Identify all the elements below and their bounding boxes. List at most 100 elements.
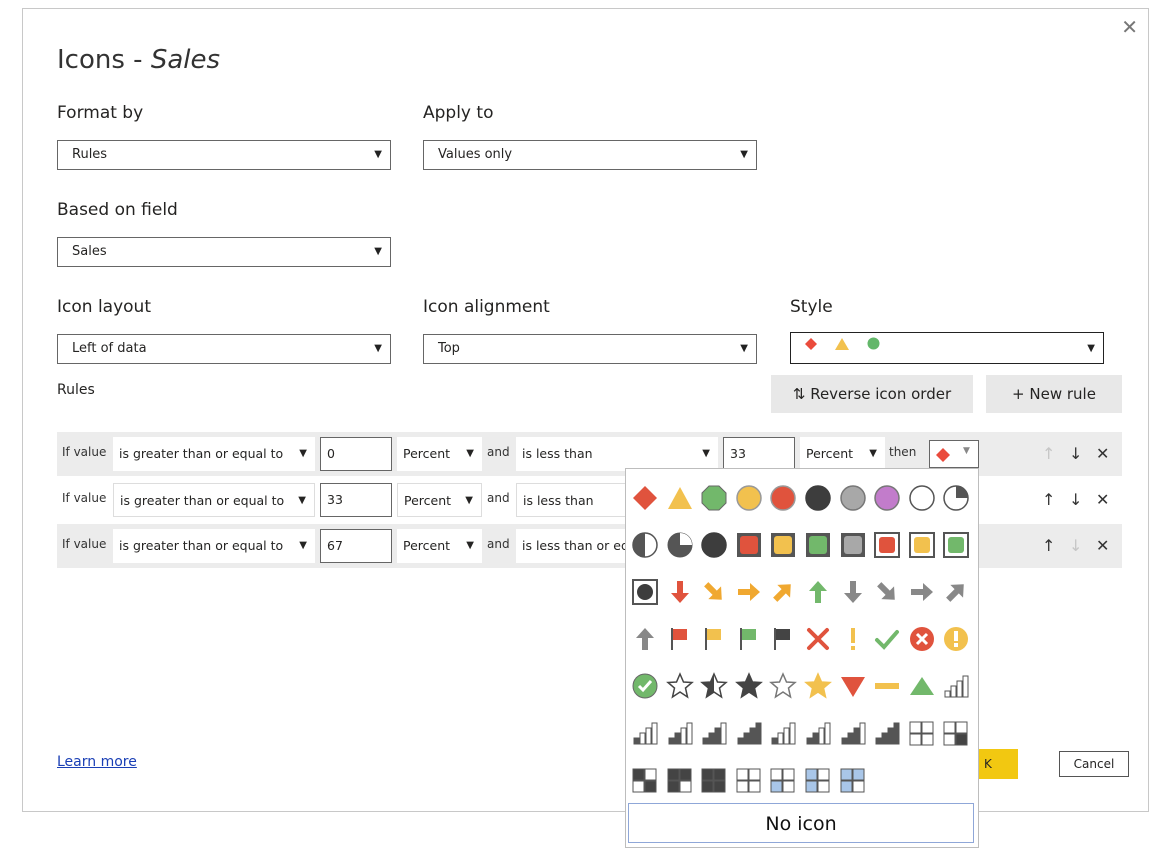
rule-operator-select[interactable]: is less than: [516, 483, 626, 517]
icon-alignment-select[interactable]: Top ▼: [423, 334, 757, 364]
red-down-triangle-icon[interactable]: [836, 661, 870, 711]
half-circle-icon[interactable]: [628, 520, 662, 570]
delete-rule-icon[interactable]: ✕: [1096, 490, 1109, 509]
signal-3b-icon[interactable]: [836, 708, 870, 758]
rule-type-select[interactable]: Percent ▼: [397, 437, 482, 471]
red-square-light-icon[interactable]: [870, 520, 904, 570]
green-square-icon[interactable]: [801, 520, 835, 570]
signal-2b-icon[interactable]: [801, 708, 835, 758]
new-rule-button[interactable]: + New rule: [986, 375, 1122, 413]
quad-blue-3-icon[interactable]: [836, 755, 870, 805]
signal-3-icon[interactable]: [697, 708, 731, 758]
green-up-triangle-icon[interactable]: [905, 661, 939, 711]
delete-rule-icon[interactable]: ✕: [1096, 536, 1109, 555]
yellow-dash-icon[interactable]: [870, 661, 904, 711]
red-flag-icon[interactable]: [663, 614, 697, 664]
green-square-light-icon[interactable]: [939, 520, 973, 570]
green-check-icon[interactable]: [870, 614, 904, 664]
no-icon-option[interactable]: No icon: [628, 803, 974, 843]
half-star-icon[interactable]: [697, 661, 731, 711]
grey-up-arrow-icon[interactable]: [628, 614, 662, 664]
rule-value-input[interactable]: 33: [320, 483, 392, 517]
full-star-icon[interactable]: [732, 661, 766, 711]
rule-value-input[interactable]: 67: [320, 529, 392, 563]
grey-up-right-arrow-icon[interactable]: [939, 567, 973, 617]
dark-square-light-icon[interactable]: [628, 567, 662, 617]
quad-4-icon[interactable]: [697, 755, 731, 805]
green-circle-check-icon[interactable]: [628, 661, 662, 711]
empty-star-icon[interactable]: [663, 661, 697, 711]
cancel-button[interactable]: Cancel: [1059, 751, 1129, 777]
rule-type-select[interactable]: Percent ▼: [800, 437, 885, 471]
rule-operator-select[interactable]: is greater than or equal to ▼: [113, 437, 315, 471]
signal-1b-icon[interactable]: [766, 708, 800, 758]
red-diamond-icon[interactable]: [628, 473, 662, 523]
close-icon[interactable]: ✕: [1121, 15, 1138, 39]
grey-down-arrow-icon[interactable]: [836, 567, 870, 617]
grey-square-icon[interactable]: [836, 520, 870, 570]
move-down-icon[interactable]: ↓: [1069, 536, 1082, 555]
rule-type-select[interactable]: Percent ▼: [397, 529, 482, 563]
grey-right-arrow-icon[interactable]: [905, 567, 939, 617]
three-quarter-circle-icon[interactable]: [663, 520, 697, 570]
rule-operator-select[interactable]: is greater than or equal to ▼: [113, 529, 315, 563]
black-circle-icon[interactable]: [801, 473, 835, 523]
red-circle-icon[interactable]: [766, 473, 800, 523]
purple-circle-icon[interactable]: [870, 473, 904, 523]
grey-circle-icon[interactable]: [836, 473, 870, 523]
rule-type-select[interactable]: Percent ▼: [397, 483, 482, 517]
yellow-square-icon[interactable]: [766, 520, 800, 570]
yellow-empty-star-icon[interactable]: [766, 661, 800, 711]
move-down-icon[interactable]: ↓: [1069, 444, 1082, 463]
move-down-icon[interactable]: ↓: [1069, 490, 1082, 509]
apply-to-select[interactable]: Values only ▼: [423, 140, 757, 170]
red-circle-x-icon[interactable]: [905, 614, 939, 664]
grey-down-right-arrow-icon[interactable]: [870, 567, 904, 617]
rule-icon-select[interactable]: ▼: [929, 440, 979, 468]
yellow-right-arrow-icon[interactable]: [732, 567, 766, 617]
quad-1-icon[interactable]: [939, 708, 973, 758]
based-on-field-select[interactable]: Sales ▼: [57, 237, 391, 267]
rule-value-input[interactable]: 0: [320, 437, 392, 471]
yellow-down-right-arrow-icon[interactable]: [697, 567, 731, 617]
rule-operator-select[interactable]: is greater than or equal to ▼: [113, 483, 315, 517]
quad-3-icon[interactable]: [663, 755, 697, 805]
green-flag-icon[interactable]: [732, 614, 766, 664]
yellow-circle-exclamation-icon[interactable]: [939, 614, 973, 664]
signal-4b-icon[interactable]: [870, 708, 904, 758]
quarter-circle-icon[interactable]: [939, 473, 973, 523]
signal-1-icon[interactable]: [628, 708, 662, 758]
yellow-star-icon[interactable]: [801, 661, 835, 711]
yellow-up-right-arrow-icon[interactable]: [766, 567, 800, 617]
quad-blue-2-icon[interactable]: [801, 755, 835, 805]
quad-blue-0-icon[interactable]: [732, 755, 766, 805]
full-dark-circle-icon[interactable]: [697, 520, 731, 570]
yellow-flag-icon[interactable]: [697, 614, 731, 664]
format-by-select[interactable]: Rules ▼: [57, 140, 391, 170]
yellow-square-light-icon[interactable]: [905, 520, 939, 570]
ok-button[interactable]: K: [978, 749, 1018, 779]
move-up-icon[interactable]: ↑: [1042, 444, 1055, 463]
move-up-icon[interactable]: ↑: [1042, 536, 1055, 555]
reverse-icon-order-button[interactable]: ⇅ Reverse icon order: [771, 375, 973, 413]
dark-flag-icon[interactable]: [766, 614, 800, 664]
rule-value-input[interactable]: 33: [723, 437, 795, 471]
icon-layout-select[interactable]: Left of data ▼: [57, 334, 391, 364]
signal-0-icon[interactable]: [939, 661, 973, 711]
signal-4-icon[interactable]: [732, 708, 766, 758]
signal-2-icon[interactable]: [663, 708, 697, 758]
style-select[interactable]: ▼: [790, 332, 1104, 364]
green-up-arrow-icon[interactable]: [801, 567, 835, 617]
delete-rule-icon[interactable]: ✕: [1096, 444, 1109, 463]
red-square-icon[interactable]: [732, 520, 766, 570]
red-down-arrow-icon[interactable]: [663, 567, 697, 617]
yellow-triangle-icon[interactable]: [663, 473, 697, 523]
yellow-exclamation-icon[interactable]: [836, 614, 870, 664]
rule-operator-select[interactable]: is less than ▼: [516, 437, 718, 471]
rule-operator-select[interactable]: is less than or eq: [516, 529, 626, 563]
quad-2-icon[interactable]: [628, 755, 662, 805]
yellow-circle-icon[interactable]: [732, 473, 766, 523]
green-octagon-icon[interactable]: [697, 473, 731, 523]
quad-empty-icon[interactable]: [905, 708, 939, 758]
red-x-icon[interactable]: [801, 614, 835, 664]
